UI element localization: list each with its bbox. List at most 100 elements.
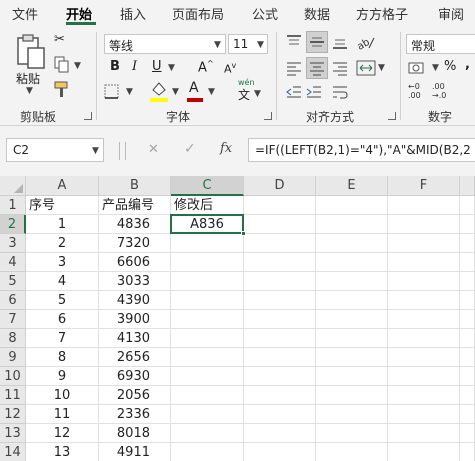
table-cell[interactable] <box>244 291 316 310</box>
tab-fangfang-gezi[interactable]: 方方格子 <box>356 4 408 23</box>
formula-input[interactable]: =IF((LEFT(B2,1)="4"),"A"&MID(B2,2 <box>248 138 475 162</box>
table-cell[interactable] <box>316 310 388 329</box>
table-cell[interactable] <box>316 215 388 234</box>
tab-insert[interactable]: 插入 <box>120 4 146 23</box>
tab-page-layout[interactable]: 页面布局 <box>172 4 224 23</box>
table-cell[interactable]: 4836 <box>99 215 171 234</box>
table-cell[interactable] <box>171 405 244 424</box>
table-cell[interactable] <box>460 424 475 443</box>
increase-font-size-button[interactable]: A^ <box>198 59 214 75</box>
row-header[interactable]: 1 <box>0 196 26 215</box>
align-top-icon[interactable] <box>286 34 302 50</box>
table-cell[interactable]: 4390 <box>99 291 171 310</box>
decrease-indent-icon[interactable] <box>286 84 302 100</box>
row-header[interactable]: 9 <box>0 348 26 367</box>
table-cell[interactable] <box>460 234 475 253</box>
table-cell[interactable]: 5 <box>26 291 99 310</box>
table-cell[interactable] <box>460 386 475 405</box>
table-cell[interactable] <box>244 234 316 253</box>
tab-file[interactable]: 文件 <box>12 4 38 23</box>
tab-home[interactable]: 开始 <box>66 4 92 23</box>
phonetic-guide-button[interactable]: 文 <box>238 86 250 103</box>
align-left-icon[interactable] <box>286 60 302 76</box>
increase-decimal-button[interactable]: ←0 .00 <box>408 82 421 100</box>
decrease-font-size-button[interactable]: Av <box>224 61 236 76</box>
accounting-dropdown-icon[interactable]: ▼ <box>432 63 439 73</box>
column-header-d[interactable]: D <box>244 176 316 196</box>
table-cell[interactable] <box>316 386 388 405</box>
font-size-dropdown-icon[interactable]: ▼ <box>257 40 264 50</box>
tab-review[interactable]: 审阅 <box>438 4 464 23</box>
row-header[interactable]: 13 <box>0 424 26 443</box>
row-header[interactable]: 4 <box>0 253 26 272</box>
table-cell[interactable] <box>244 310 316 329</box>
table-cell[interactable]: 7 <box>26 329 99 348</box>
row-header[interactable]: 10 <box>0 367 26 386</box>
italic-button[interactable]: I <box>132 59 137 74</box>
table-cell[interactable] <box>460 405 475 424</box>
table-cell[interactable]: 8 <box>26 348 99 367</box>
align-right-icon[interactable] <box>332 60 348 76</box>
table-cell[interactable] <box>388 215 460 234</box>
table-cell[interactable] <box>388 291 460 310</box>
table-cell[interactable] <box>316 291 388 310</box>
paste-button[interactable]: 粘贴 <box>16 70 40 87</box>
table-cell[interactable] <box>171 367 244 386</box>
format-painter-icon[interactable] <box>53 80 71 98</box>
number-format-select[interactable]: 常规 <box>406 34 475 54</box>
table-cell[interactable] <box>460 348 475 367</box>
paste-dropdown-icon[interactable]: ▼ <box>26 86 33 96</box>
table-cell[interactable] <box>171 329 244 348</box>
table-cell[interactable] <box>460 272 475 291</box>
table-cell[interactable] <box>388 253 460 272</box>
phonetic-dropdown-icon[interactable]: ▼ <box>254 89 261 99</box>
worksheet-grid[interactable]: A B C D E F 1 序号 产品编号 修改后 2 1 4836 A836 3 2 7320 4 3 6606 5 4… <box>0 176 475 461</box>
align-bottom-icon[interactable] <box>332 34 348 50</box>
name-box[interactable]: C2 <box>6 138 104 162</box>
alignment-launcher-icon[interactable] <box>388 112 396 120</box>
header-cell[interactable] <box>316 196 388 215</box>
underline-button[interactable]: U <box>152 59 162 74</box>
increase-indent-icon[interactable] <box>306 84 322 100</box>
merge-dropdown-icon[interactable]: ▼ <box>378 63 385 73</box>
fill-handle[interactable] <box>241 231 246 236</box>
copy-icon[interactable] <box>54 56 70 74</box>
font-name-select[interactable]: 等线 <box>104 34 226 54</box>
table-cell[interactable] <box>244 443 316 461</box>
table-cell[interactable] <box>316 443 388 461</box>
insert-function-icon[interactable]: fx <box>220 141 232 156</box>
clipboard-launcher-icon[interactable] <box>84 112 92 120</box>
tab-formulas[interactable]: 公式 <box>252 4 278 23</box>
table-cell[interactable]: 6930 <box>99 367 171 386</box>
table-cell[interactable] <box>171 253 244 272</box>
table-cell[interactable] <box>244 348 316 367</box>
table-cell[interactable] <box>316 272 388 291</box>
accounting-format-icon[interactable] <box>408 60 430 76</box>
copy-dropdown-icon[interactable]: ▼ <box>74 61 81 71</box>
column-header-a[interactable]: A <box>26 176 99 196</box>
header-cell[interactable]: 序号 <box>26 196 99 215</box>
table-cell[interactable] <box>171 348 244 367</box>
table-cell[interactable]: 10 <box>26 386 99 405</box>
table-cell[interactable] <box>171 424 244 443</box>
table-cell[interactable] <box>388 386 460 405</box>
row-header[interactable]: 12 <box>0 405 26 424</box>
table-cell[interactable] <box>388 348 460 367</box>
table-cell[interactable] <box>460 253 475 272</box>
table-cell[interactable]: 1 <box>26 215 99 234</box>
table-cell[interactable]: 7320 <box>99 234 171 253</box>
decrease-decimal-button[interactable]: .00 →.0 <box>432 82 446 100</box>
table-cell[interactable] <box>460 443 475 461</box>
table-cell[interactable] <box>460 310 475 329</box>
font-launcher-icon[interactable] <box>264 112 272 120</box>
table-cell[interactable] <box>460 291 475 310</box>
column-header-f[interactable]: F <box>388 176 460 196</box>
table-cell[interactable]: 3900 <box>99 310 171 329</box>
table-cell[interactable]: 11 <box>26 405 99 424</box>
row-header[interactable]: 14 <box>0 443 26 461</box>
table-cell[interactable] <box>388 405 460 424</box>
row-header[interactable]: 2 <box>0 215 26 234</box>
table-cell[interactable] <box>244 253 316 272</box>
table-cell[interactable]: 2 <box>26 234 99 253</box>
wrap-text-icon[interactable] <box>332 84 348 100</box>
